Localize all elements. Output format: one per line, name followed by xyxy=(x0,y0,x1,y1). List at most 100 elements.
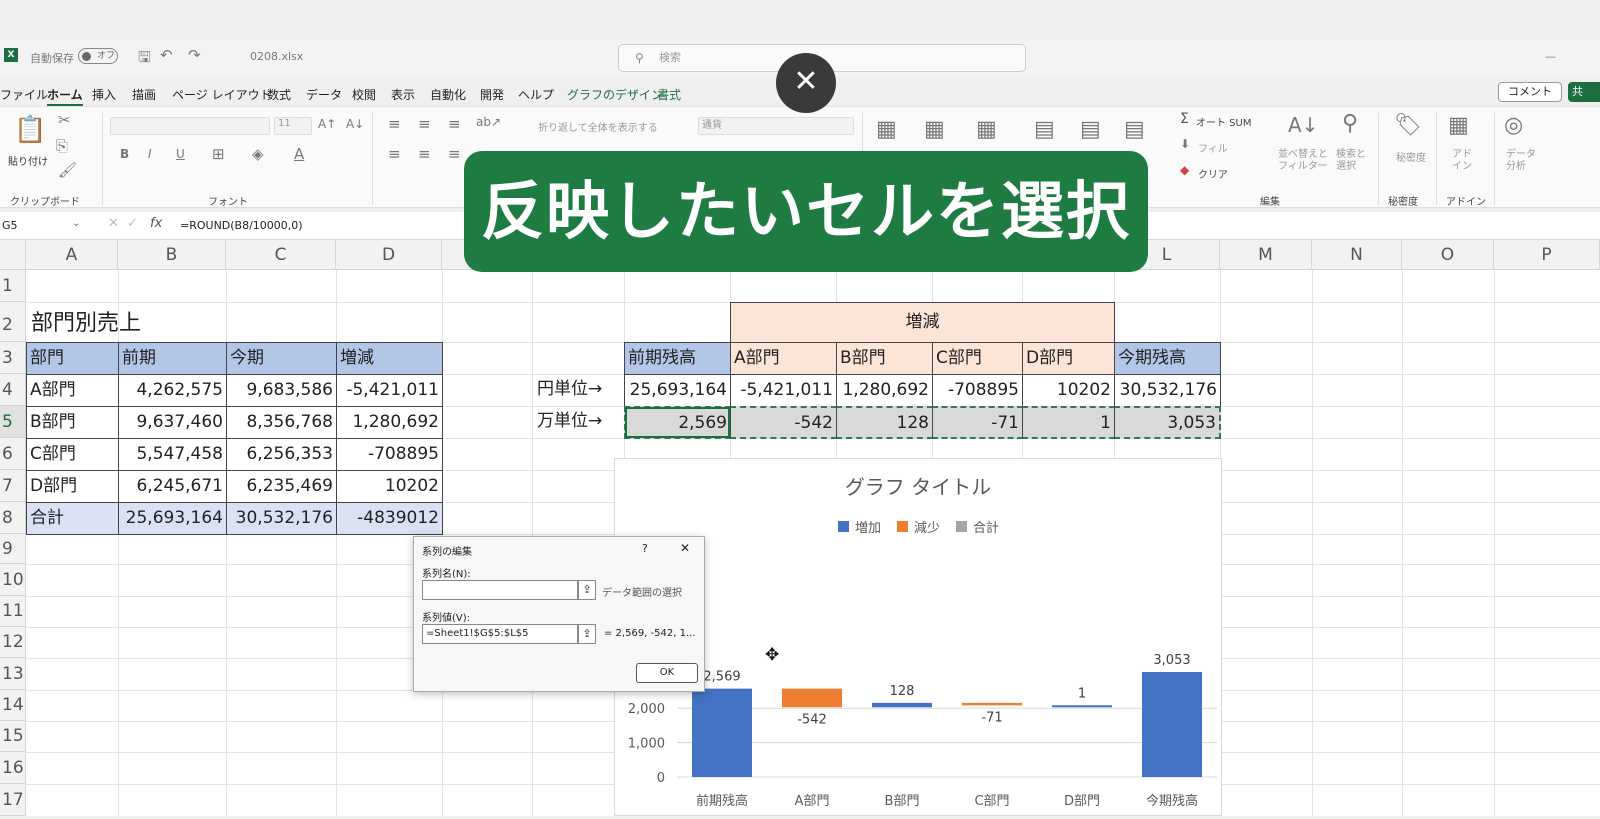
column-header[interactable]: O xyxy=(1402,240,1494,270)
chart-bar[interactable] xyxy=(782,688,842,708)
table-header[interactable]: A部門 xyxy=(730,342,837,375)
table-cell[interactable]: 6,256,353 xyxy=(226,438,337,471)
name-box-chevron-icon[interactable]: ⌄ xyxy=(72,218,80,229)
clear-button[interactable]: クリア xyxy=(1198,166,1228,181)
tab-home[interactable]: ホーム xyxy=(47,86,83,106)
legend-item[interactable]: 合計 xyxy=(973,520,999,536)
table-header[interactable]: 前期残高 xyxy=(624,342,731,375)
delete-cells-icon[interactable]: ▤ xyxy=(1080,117,1101,142)
autosum-icon[interactable]: Σ xyxy=(1180,111,1189,127)
table-cell[interactable]: 128 xyxy=(836,406,933,439)
table-cell[interactable]: 1 xyxy=(1022,406,1115,439)
cut-icon[interactable]: ✂ xyxy=(58,111,71,129)
fill-button[interactable]: フィル xyxy=(1198,140,1228,155)
save-icon[interactable]: 🖫 xyxy=(138,47,151,72)
table-cell[interactable]: B部門 xyxy=(26,406,119,439)
align-right-icon[interactable]: ≡ xyxy=(448,145,461,163)
addin-button[interactable]: アド イン xyxy=(1452,149,1472,173)
table-cell[interactable]: -708895 xyxy=(336,438,443,471)
find-select-button[interactable]: 検索と 選択 xyxy=(1336,149,1366,173)
row-header[interactable]: 6 xyxy=(0,438,26,470)
select-all-corner[interactable] xyxy=(0,240,26,270)
table-cell[interactable]: 10202 xyxy=(1022,374,1115,407)
legend-item[interactable]: 減少 xyxy=(914,520,940,536)
tab-page-layout[interactable]: ページ レイアウト xyxy=(172,86,272,103)
yen-unit-label[interactable]: 円単位→ xyxy=(534,374,624,407)
tab-format[interactable]: 書式 xyxy=(657,86,681,103)
format-cells-icon[interactable]: ▤ xyxy=(1124,117,1145,142)
dialog-close-icon[interactable]: ✕ xyxy=(680,541,690,555)
series-name-input[interactable] xyxy=(422,580,578,600)
copy-icon[interactable]: ⎘ xyxy=(56,137,68,155)
align-middle-icon[interactable]: ≡ xyxy=(418,115,431,133)
enter-icon[interactable]: ✓ xyxy=(127,216,138,231)
cancel-icon[interactable]: ✕ xyxy=(108,216,119,231)
border-icon[interactable]: ⊞ xyxy=(212,145,225,163)
decrease-font-icon[interactable]: A↓ xyxy=(346,117,364,131)
row-header[interactable]: 5 xyxy=(0,406,26,438)
range-picker-icon[interactable]: ⇪ xyxy=(578,624,596,644)
table-cell[interactable]: 10202 xyxy=(336,470,443,503)
share-button[interactable]: 共 xyxy=(1568,82,1600,102)
table-header[interactable]: 増減 xyxy=(336,342,443,375)
minimize-icon[interactable]: — xyxy=(1545,50,1556,63)
format-painter-icon[interactable]: 🖌 xyxy=(58,161,77,179)
paste-label[interactable]: 貼り付け xyxy=(8,153,48,168)
table-cell[interactable]: -708895 xyxy=(932,374,1023,407)
active-cell[interactable]: 2,569 xyxy=(624,406,731,439)
tab-chart-design[interactable]: グラフのデザイン xyxy=(567,86,663,103)
row-header[interactable]: 9 xyxy=(0,534,26,564)
row-header[interactable]: 7 xyxy=(0,470,26,502)
row-header[interactable]: 15 xyxy=(0,721,26,752)
align-left-icon[interactable]: ≡ xyxy=(388,145,401,163)
help-icon[interactable]: ? xyxy=(642,542,648,555)
table-header[interactable]: 今期残高 xyxy=(1114,342,1221,375)
wrap-text-button[interactable]: 折り返して全体を表示する xyxy=(538,119,658,134)
table-cell[interactable]: 8,356,768 xyxy=(226,406,337,439)
row-header[interactable]: 4 xyxy=(0,374,26,406)
row-header[interactable]: 17 xyxy=(0,784,26,816)
font-name-select[interactable] xyxy=(110,117,270,135)
table-header[interactable]: 前期 xyxy=(118,342,227,375)
table-header[interactable]: 部門 xyxy=(26,342,119,375)
data-analysis-button[interactable]: データ 分析 xyxy=(1506,149,1536,173)
align-center-icon[interactable]: ≡ xyxy=(418,145,431,163)
fill-icon[interactable]: ⬇ xyxy=(1180,137,1190,151)
conditional-format-icon[interactable]: ▦ xyxy=(876,117,897,142)
tab-review[interactable]: 校閲 xyxy=(352,86,376,103)
clear-icon[interactable]: ◆ xyxy=(1180,163,1189,177)
table-header[interactable]: 今期 xyxy=(226,342,337,375)
series-value-input[interactable]: =Sheet1!$G$5:$L$5 xyxy=(422,624,578,644)
row-header[interactable]: 8 xyxy=(0,502,26,534)
table-cell[interactable]: 9,683,586 xyxy=(226,374,337,407)
table-header[interactable]: B部門 xyxy=(836,342,933,375)
column-header[interactable]: M xyxy=(1220,240,1312,270)
table-total-cell[interactable]: 25,693,164 xyxy=(118,502,227,535)
table-cell[interactable]: 6,245,671 xyxy=(118,470,227,503)
column-header[interactable]: B xyxy=(118,240,226,270)
tab-developer[interactable]: 開発 xyxy=(480,86,504,103)
paste-icon[interactable]: 📋 xyxy=(14,115,46,145)
cell-style-icon[interactable]: ▦ xyxy=(976,117,997,142)
chart-title[interactable]: グラフ タイトル xyxy=(845,475,991,499)
overlay-close-button[interactable]: ✕ xyxy=(776,53,836,113)
waterfall-chart[interactable]: グラフ タイトル 増加 減少 合計 0 1,000 2,000 2,569 前期残高 -5… xyxy=(614,458,1222,816)
number-format-select[interactable]: 通貨 xyxy=(698,117,854,135)
table-header[interactable]: C部門 xyxy=(932,342,1023,375)
table-cell[interactable]: -5,421,011 xyxy=(730,374,837,407)
column-header[interactable]: A xyxy=(26,240,118,270)
undo-icon[interactable]: ↶ xyxy=(160,46,173,64)
tab-file[interactable]: ファイル xyxy=(0,86,48,103)
chart-bar[interactable] xyxy=(692,688,752,777)
table-cell[interactable]: 5,547,458 xyxy=(118,438,227,471)
table-cell[interactable]: -71 xyxy=(932,406,1023,439)
table-cell[interactable]: 3,053 xyxy=(1114,406,1221,439)
chart-bar[interactable] xyxy=(872,702,932,708)
row-header[interactable]: 3 xyxy=(0,342,26,374)
chart-bar[interactable] xyxy=(1142,671,1202,777)
table-cell[interactable]: -542 xyxy=(730,406,837,439)
fx-icon[interactable]: fx xyxy=(150,216,162,231)
table-header[interactable]: D部門 xyxy=(1022,342,1115,375)
column-header[interactable]: D xyxy=(336,240,442,270)
column-header[interactable]: P xyxy=(1494,240,1600,270)
